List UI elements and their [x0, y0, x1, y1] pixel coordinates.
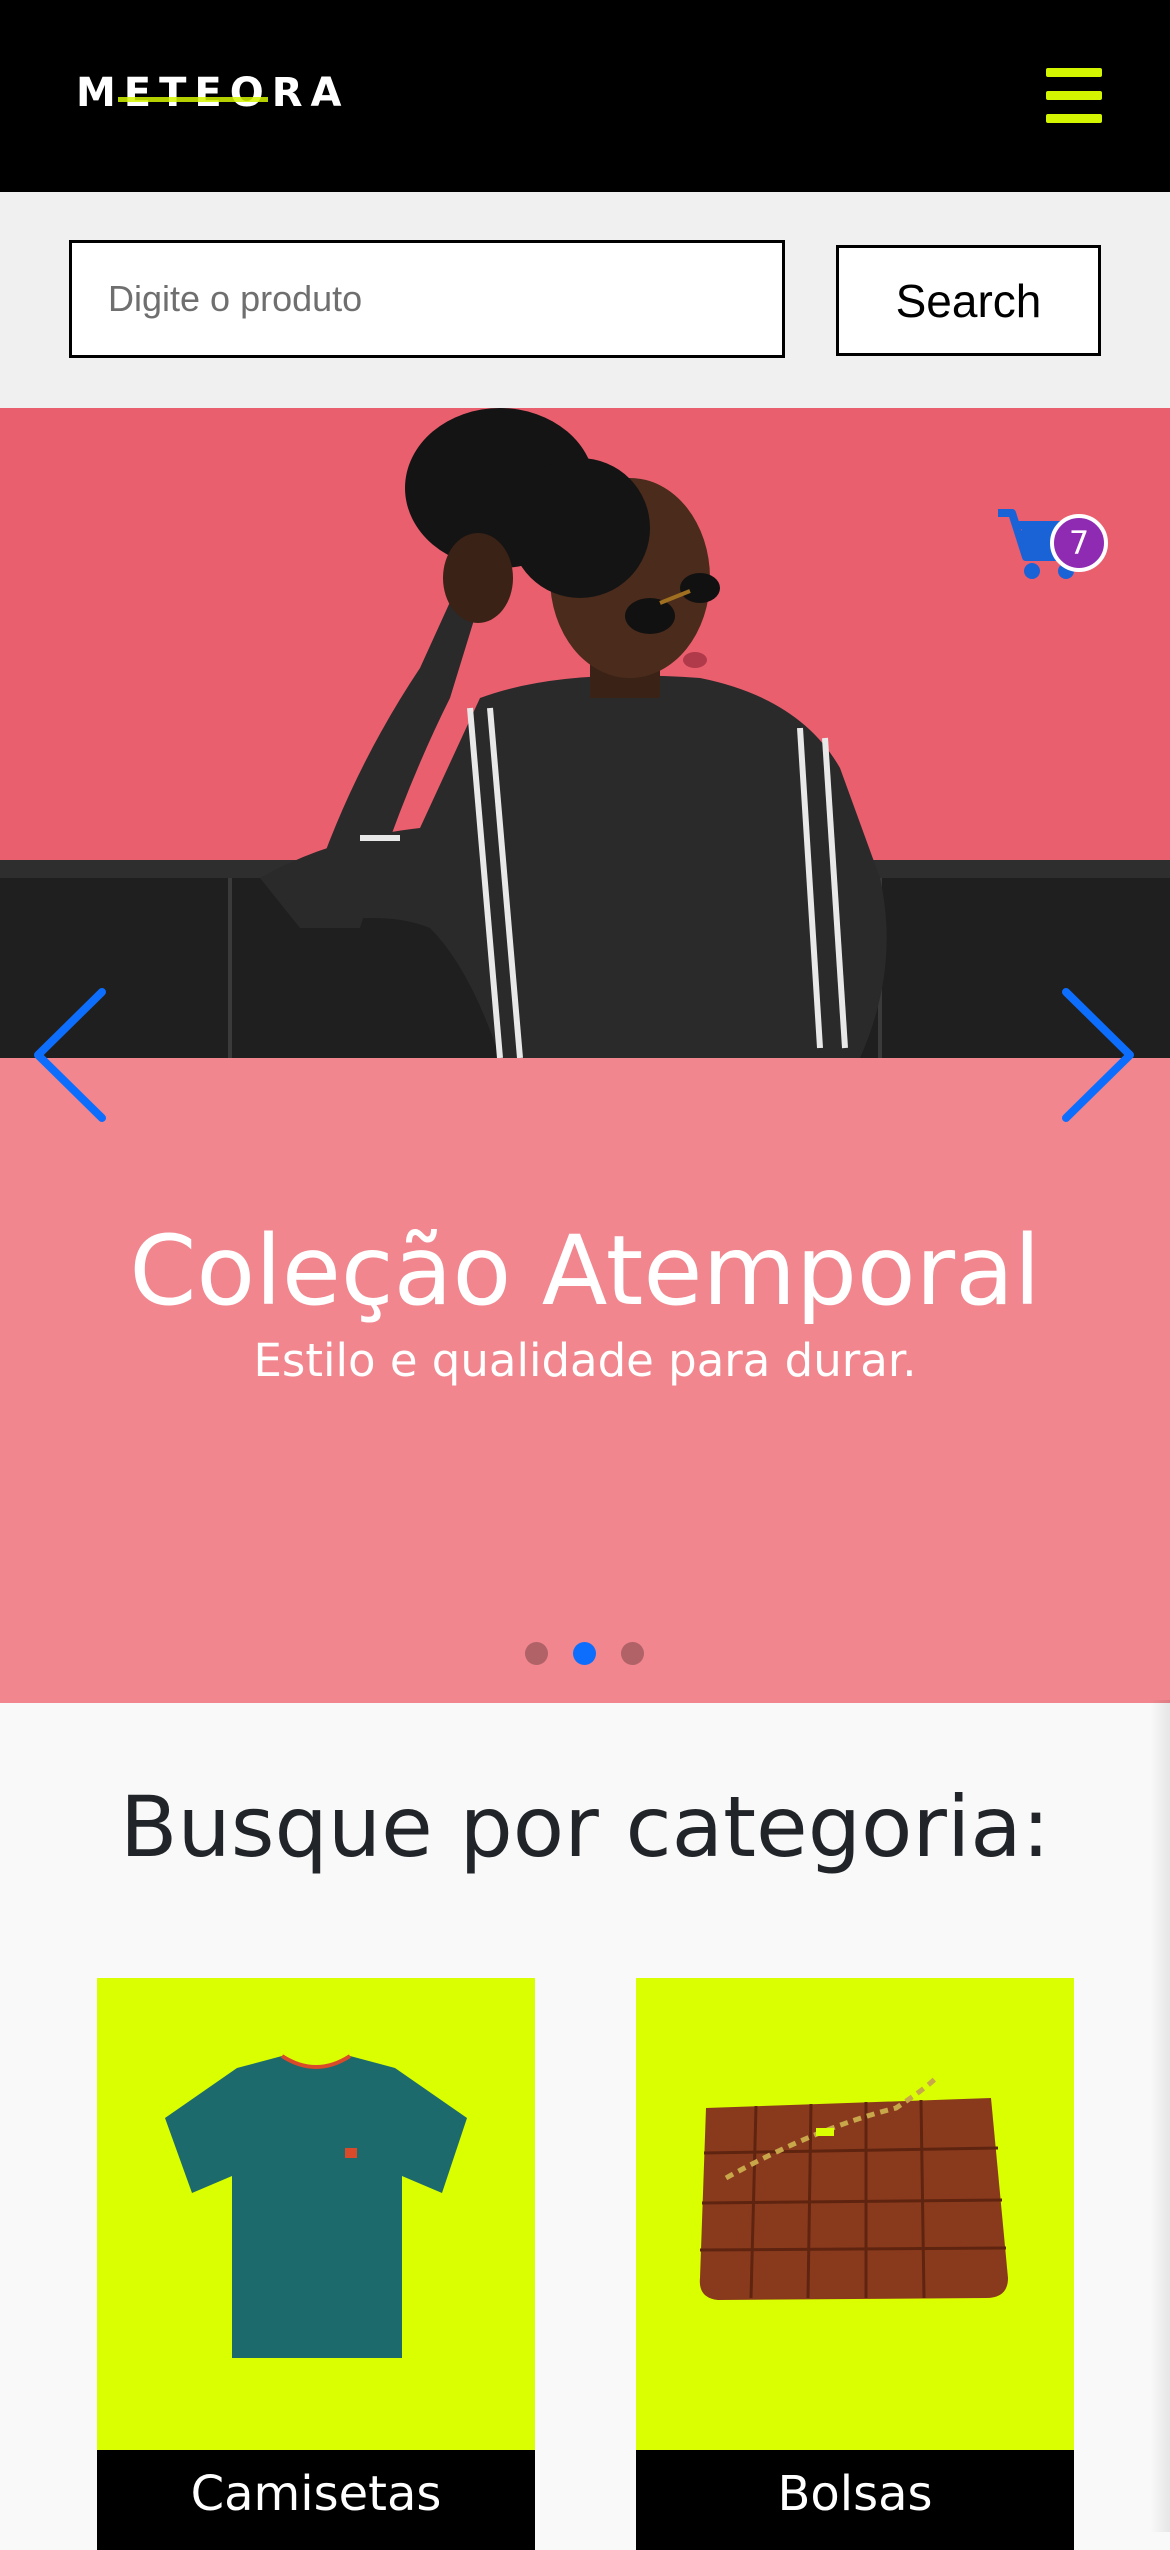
hamburger-menu-icon[interactable]: [1046, 68, 1102, 124]
carousel-subtitle: Estilo e qualidade para durar.: [253, 1334, 917, 1387]
category-card-bolsas[interactable]: Bolsas: [636, 1978, 1074, 2550]
carousel-indicator-1[interactable]: [525, 1642, 548, 1665]
search-button[interactable]: Search: [836, 245, 1101, 356]
logo-accent-line: [118, 97, 268, 102]
search-input[interactable]: [69, 240, 785, 358]
category-card-camisetas[interactable]: Camisetas: [97, 1978, 535, 2550]
chevron-left-icon[interactable]: [30, 984, 110, 1126]
carousel-title: Coleção Atemporal: [129, 1215, 1041, 1327]
chevron-right-icon[interactable]: [1058, 984, 1138, 1126]
category-label: Bolsas: [636, 2450, 1074, 2550]
category-section-title: Busque por categoria:: [119, 1778, 1051, 1876]
category-label: Camisetas: [97, 2450, 535, 2550]
page-edge-shadow: [1150, 1700, 1170, 2532]
cart-count-badge: 7: [1050, 514, 1108, 572]
brown-woven-bag-image: [636, 1978, 1074, 2450]
carousel-indicator-2[interactable]: [573, 1642, 596, 1665]
carousel-indicator-3[interactable]: [621, 1642, 644, 1665]
teal-tshirt-image: [97, 1978, 535, 2450]
brand-logo[interactable]: METEORA: [76, 70, 350, 116]
